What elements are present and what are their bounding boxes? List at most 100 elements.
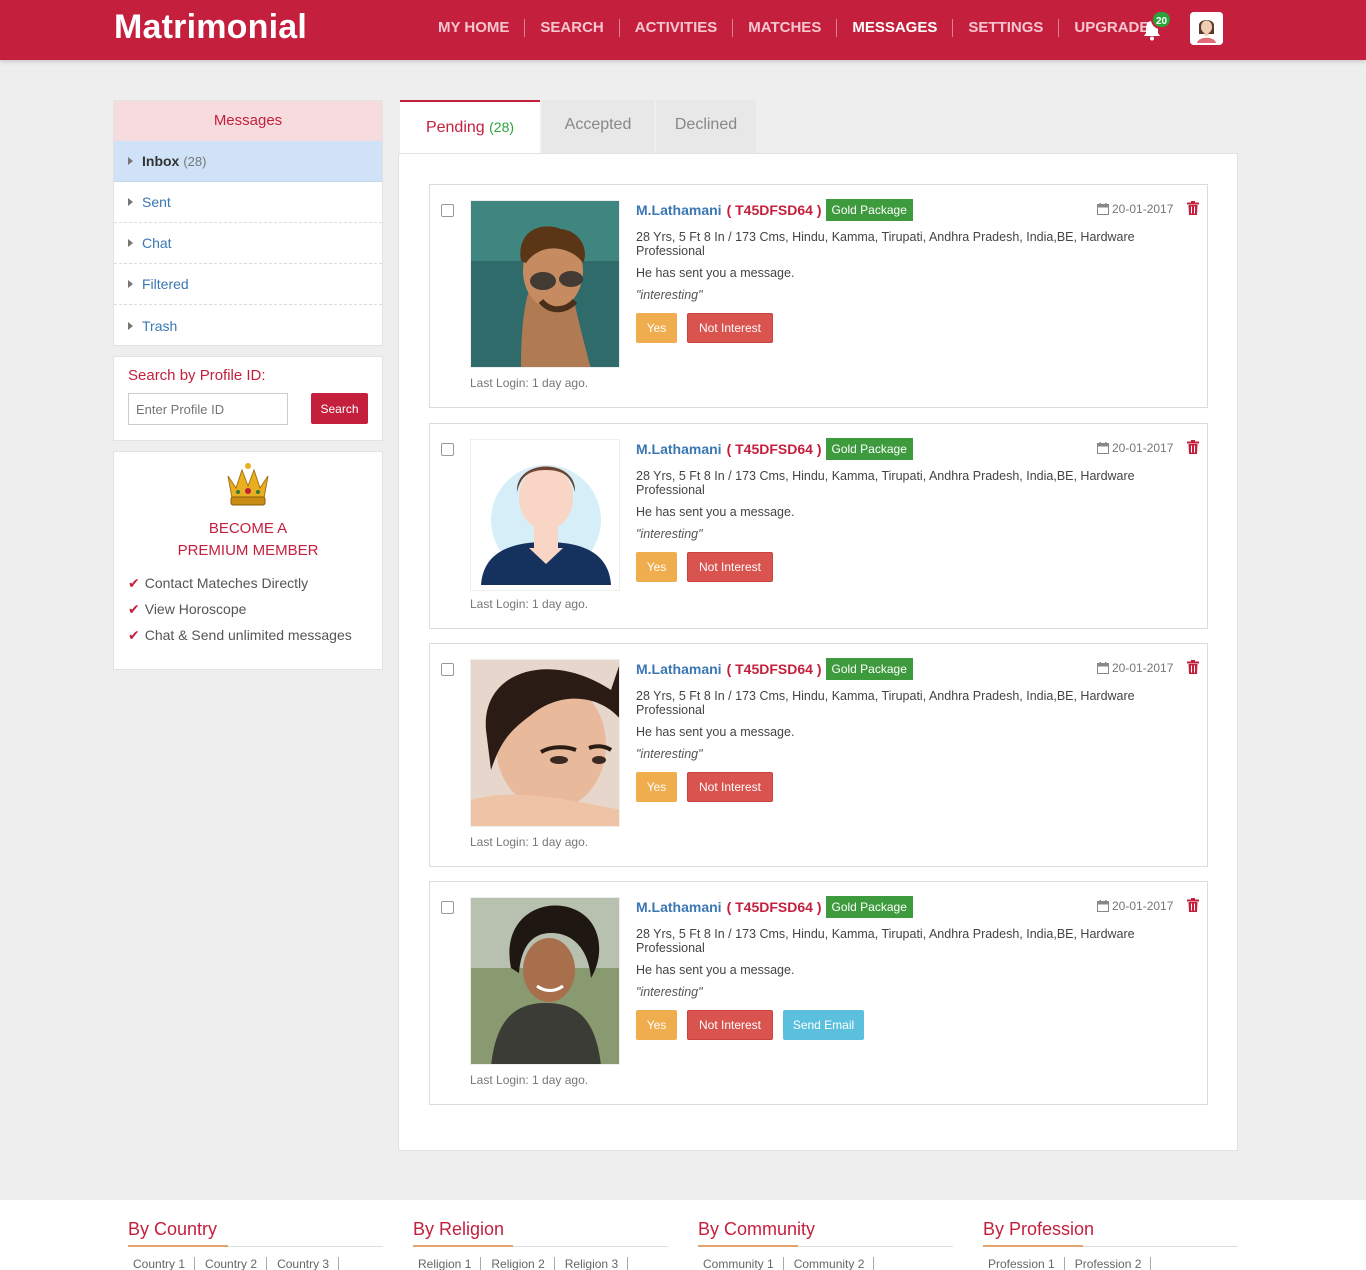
sidebar-item-inbox[interactable]: Inbox (28) [114, 141, 382, 182]
caret-right-icon [128, 157, 133, 165]
footer-by-community: By Community Community 1 Community 2 [698, 1219, 953, 1270]
message-card: Last Login: 1 day ago. M.Lathamani ( T45… [429, 881, 1208, 1105]
premium-title: BECOME A PREMIUM MEMBER [114, 518, 382, 562]
caret-right-icon [128, 198, 133, 206]
select-checkbox[interactable] [441, 443, 454, 456]
message-card: Last Login: 1 day ago. M.Lathamani ( T45… [429, 643, 1208, 867]
select-checkbox[interactable] [441, 204, 454, 217]
profile-name-link[interactable]: M.Lathamani [636, 899, 722, 915]
package-badge: Gold Package [825, 199, 913, 221]
profile-id-search: Search by Profile ID: Search [113, 356, 383, 441]
yes-button[interactable]: Yes [636, 1010, 677, 1040]
sidebar-item-label: Filtered [142, 276, 189, 292]
tab-pending[interactable]: Pending (28) [400, 100, 540, 154]
profile-photo-placeholder[interactable] [470, 439, 620, 591]
not-interest-button[interactable]: Not Interest [687, 1010, 773, 1040]
message-text: "interesting" [636, 985, 703, 999]
premium-perks-list: ✔ Contact Mateches Directly ✔ View Horosco… [128, 570, 352, 648]
select-checkbox[interactable] [441, 901, 454, 914]
profile-name-link[interactable]: M.Lathamani [636, 661, 722, 677]
yes-button[interactable]: Yes [636, 552, 677, 582]
yes-button[interactable]: Yes [636, 313, 677, 343]
yes-button[interactable]: Yes [636, 772, 677, 802]
footer-link[interactable]: Religion 2 [486, 1257, 555, 1270]
not-interest-button[interactable]: Not Interest [687, 552, 773, 582]
footer-by-country: By Country Country 1 Country 2 Country 3 [128, 1219, 383, 1270]
message-text: "interesting" [636, 747, 703, 761]
last-login: Last Login: 1 day ago. [470, 376, 589, 390]
package-badge: Gold Package [825, 438, 913, 460]
sidebar-item-trash[interactable]: Trash [114, 305, 382, 346]
tab-declined[interactable]: Declined [656, 100, 756, 154]
list-item: ✔ Chat & Send unlimited messages [128, 626, 352, 644]
message-status: He has sent you a message. [636, 963, 795, 977]
footer-heading: By Community [698, 1219, 953, 1247]
nav-activities[interactable]: ACTIVITIES [620, 19, 734, 37]
profile-details: 28 Yrs, 5 Ft 8 In / 173 Cms, Hindu, Kamm… [636, 689, 1135, 717]
top-navbar: Matrimonial MY HOME SEARCH ACTIVITIES MA… [0, 0, 1366, 60]
footer-link[interactable]: Country 1 [128, 1257, 196, 1270]
trash-icon[interactable] [1187, 898, 1199, 912]
brand-logo[interactable]: Matrimonial [114, 8, 307, 47]
nav-messages[interactable]: MESSAGES [837, 19, 954, 37]
nav-matches[interactable]: MATCHES [733, 19, 838, 37]
footer-link[interactable]: Religion 3 [560, 1257, 629, 1270]
inbox-count: (28) [183, 153, 207, 169]
trash-icon[interactable] [1187, 440, 1199, 454]
crown-icon [227, 463, 269, 506]
profile-photo[interactable] [470, 897, 620, 1065]
message-card: Last Login: 1 day ago. M.Lathamani ( T45… [429, 184, 1208, 408]
search-button[interactable]: Search [311, 393, 368, 424]
trash-icon[interactable] [1187, 660, 1199, 674]
nav-my-home[interactable]: MY HOME [423, 19, 526, 37]
message-card: Last Login: 1 day ago. M.Lathamani ( T45… [429, 423, 1208, 629]
profile-id-input[interactable] [128, 393, 288, 425]
sidebar-item-sent[interactable]: Sent [114, 182, 382, 223]
profile-header: M.Lathamani ( T45DFSD64 ) Gold Package [636, 438, 913, 460]
last-login: Last Login: 1 day ago. [470, 835, 589, 849]
check-icon: ✔ [128, 626, 140, 643]
send-email-button[interactable]: Send Email [783, 1010, 864, 1040]
profile-id: ( T45DFSD64 ) [726, 441, 822, 457]
messages-menu-title: Messages [114, 101, 382, 141]
nav-settings[interactable]: SETTINGS [953, 19, 1060, 37]
calendar-icon [1097, 900, 1109, 912]
last-login: Last Login: 1 day ago. [470, 597, 589, 611]
footer-link[interactable]: Country 3 [272, 1257, 340, 1270]
message-date: 20-01-2017 [1097, 899, 1173, 913]
select-checkbox[interactable] [441, 663, 454, 676]
not-interest-button[interactable]: Not Interest [687, 313, 773, 343]
footer-link[interactable]: Profession 2 [1070, 1257, 1152, 1270]
profile-id: ( T45DFSD64 ) [726, 661, 822, 677]
action-buttons: Yes Not Interest [636, 552, 783, 582]
profile-name-link[interactable]: M.Lathamani [636, 202, 722, 218]
profile-name-link[interactable]: M.Lathamani [636, 441, 722, 457]
tab-accepted[interactable]: Accepted [542, 100, 654, 154]
message-status: He has sent you a message. [636, 505, 795, 519]
check-icon: ✔ [128, 600, 140, 617]
trash-icon[interactable] [1187, 201, 1199, 215]
check-icon: ✔ [128, 574, 140, 591]
footer-by-profession: By Profession Profession 1 Profession 2 [983, 1219, 1238, 1270]
profile-header: M.Lathamani ( T45DFSD64 ) Gold Package [636, 199, 913, 221]
message-date: 20-01-2017 [1097, 441, 1173, 455]
footer-link[interactable]: Community 1 [698, 1257, 784, 1270]
footer-link[interactable]: Community 2 [789, 1257, 875, 1270]
sidebar-item-chat[interactable]: Chat [114, 223, 382, 264]
sidebar-item-filtered[interactable]: Filtered [114, 264, 382, 305]
profile-photo[interactable] [470, 200, 620, 368]
footer-link[interactable]: Religion 1 [413, 1257, 482, 1270]
not-interest-button[interactable]: Not Interest [687, 772, 773, 802]
footer-link[interactable]: Country 2 [200, 1257, 268, 1270]
footer-by-religion: By Religion Religion 1 Religion 2 Religi… [413, 1219, 668, 1270]
footer-link[interactable]: Profession 1 [983, 1257, 1065, 1270]
package-badge: Gold Package [825, 658, 913, 680]
profile-header: M.Lathamani ( T45DFSD64 ) Gold Package [636, 896, 913, 918]
messages-menu: Messages Inbox (28) Sent Chat Filtered T… [113, 100, 383, 346]
user-avatar-icon[interactable] [1190, 12, 1223, 45]
footer-heading: By Profession [983, 1219, 1238, 1247]
list-item: ✔ Contact Mateches Directly [128, 574, 309, 592]
sidebar-item-label: Trash [142, 317, 178, 334]
nav-search[interactable]: SEARCH [525, 19, 620, 37]
profile-photo[interactable] [470, 659, 620, 827]
